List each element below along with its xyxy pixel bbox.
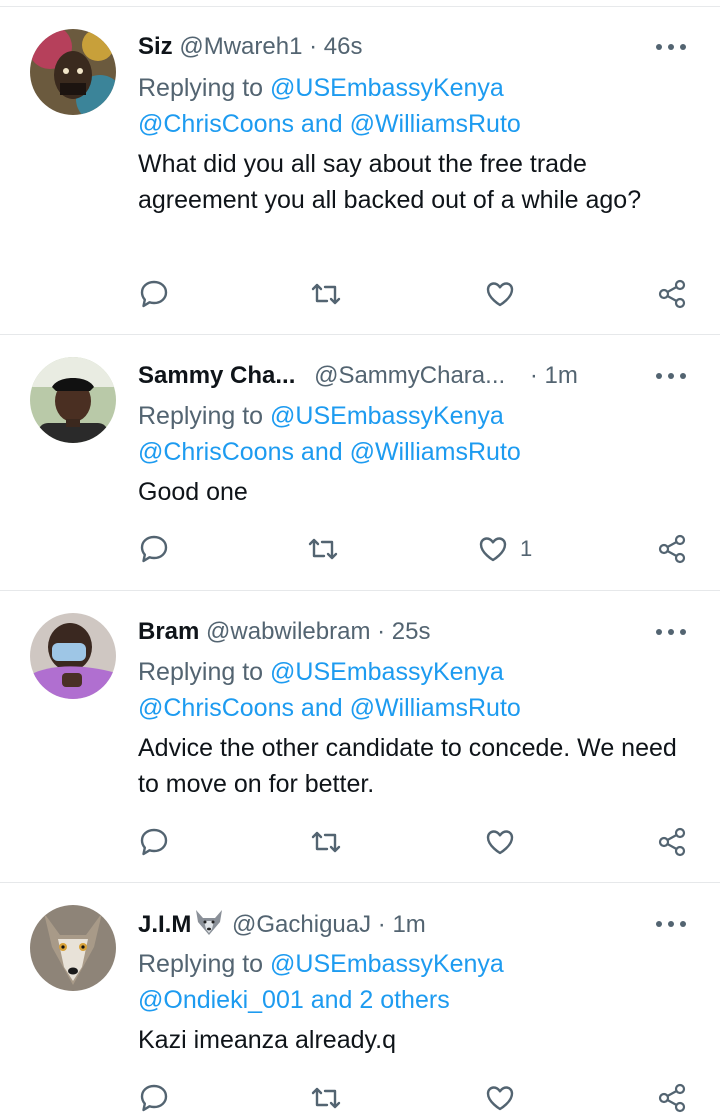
share-button[interactable] — [655, 274, 689, 314]
user-handle[interactable]: @Mwareh1 — [179, 33, 302, 60]
heart-icon — [479, 537, 507, 562]
reply-bubble-icon — [140, 1084, 168, 1112]
tweet[interactable]: Siz @Mwareh1 · 46s Replying to @USEmbass… — [0, 0, 720, 334]
heart-icon — [486, 282, 514, 307]
tweet-header: Bram @wabwilebram · 25s — [138, 616, 430, 648]
replying-to: Replying to @USEmbassyKenya — [138, 398, 504, 434]
tweet-text: Good one — [138, 478, 248, 506]
action-bar: 1 — [0, 529, 720, 569]
timestamp[interactable]: · 25s — [377, 618, 430, 645]
heart-icon — [486, 830, 514, 855]
wolf-emoji — [196, 910, 223, 935]
share-icon — [658, 827, 686, 857]
reply-button[interactable] — [137, 1078, 171, 1118]
tweet-header: J.I.M @GachiguaJ · 1m — [138, 908, 426, 940]
like-button[interactable]: 1 — [476, 529, 532, 569]
display-name[interactable]: Siz — [138, 33, 173, 60]
tweet-text: Kazi imeanza already.q — [138, 1026, 397, 1054]
tweet[interactable]: J.I.M @GachiguaJ · 1m Replying to @USEmb… — [0, 883, 720, 1113]
retweet-button[interactable] — [306, 529, 340, 569]
timestamp[interactable]: · 1m — [378, 911, 426, 938]
like-button[interactable] — [483, 1078, 527, 1118]
display-name[interactable]: Sammy Cha... — [138, 362, 295, 389]
like-count: 1 — [520, 536, 533, 561]
retweet-button[interactable] — [309, 274, 343, 314]
reply-button[interactable] — [137, 822, 171, 862]
display-name[interactable]: Bram — [138, 618, 199, 645]
reply-button[interactable] — [137, 529, 171, 569]
mention-link[interactable]: @USEmbassyKenya — [270, 74, 504, 102]
action-bar — [0, 274, 720, 314]
share-button[interactable] — [655, 1078, 689, 1118]
more-dots-icon[interactable] — [656, 917, 688, 931]
avatar[interactable] — [30, 29, 116, 115]
user-handle[interactable]: @SammyChara... — [314, 362, 505, 389]
display-name[interactable]: J.I.M — [138, 911, 191, 938]
reply-bubble-icon — [140, 828, 168, 856]
mention-link[interactable]: @ChrisCoons and @WilliamsRuto — [138, 434, 521, 470]
retweet-button[interactable] — [309, 1078, 343, 1118]
more-dots-icon[interactable] — [656, 369, 688, 383]
retweet-icon — [311, 283, 341, 305]
timestamp[interactable]: · 46s — [309, 33, 362, 60]
avatar[interactable] — [30, 905, 116, 991]
replying-prefix: Replying to — [138, 658, 271, 686]
tweet[interactable]: Sammy Cha... @SammyChara... · 1m Replyin… — [0, 335, 720, 590]
share-button[interactable] — [655, 822, 689, 862]
timestamp[interactable]: · 1m — [530, 362, 578, 389]
more-dots-icon[interactable] — [656, 625, 688, 639]
share-icon — [658, 279, 686, 309]
tweet-header: Sammy Cha... @SammyChara... · 1m — [138, 360, 578, 392]
like-button[interactable] — [483, 822, 527, 862]
replying-prefix: Replying to — [138, 402, 271, 430]
tweet[interactable]: Bram @wabwilebram · 25s Replying to @USE… — [0, 591, 720, 881]
mention-link[interactable]: @ChrisCoons and @WilliamsRuto — [138, 690, 521, 726]
avatar[interactable] — [30, 357, 116, 443]
share-button[interactable] — [655, 529, 689, 569]
user-handle[interactable]: @wabwilebram — [206, 618, 370, 645]
like-button[interactable] — [483, 274, 527, 314]
retweet-icon — [311, 1087, 341, 1109]
mention-link[interactable]: @USEmbassyKenya — [270, 658, 504, 686]
avatar[interactable] — [30, 613, 116, 699]
share-icon — [658, 1083, 686, 1113]
action-bar — [0, 822, 720, 862]
mention-link[interactable]: @USEmbassyKenya — [270, 402, 504, 430]
replying-prefix: Replying to — [138, 950, 271, 978]
reply-bubble-icon — [140, 280, 168, 308]
retweet-icon — [308, 538, 338, 560]
replying-to: Replying to @USEmbassyKenya — [138, 654, 504, 690]
more-dots-icon[interactable] — [656, 40, 688, 54]
share-icon — [658, 534, 686, 564]
retweet-button[interactable] — [309, 822, 343, 862]
replying-to: Replying to @USEmbassyKenya — [138, 70, 504, 106]
mention-link[interactable]: @ChrisCoons and @WilliamsRuto — [138, 106, 521, 142]
heart-icon — [486, 1086, 514, 1111]
action-bar — [0, 1078, 720, 1118]
replying-prefix: Replying to — [138, 74, 271, 102]
tweet-text: Advice the other candidate to concede. W… — [138, 734, 677, 798]
user-handle[interactable]: @GachiguaJ — [232, 911, 371, 938]
reply-bubble-icon — [140, 535, 168, 563]
retweet-icon — [311, 831, 341, 853]
reply-button[interactable] — [137, 274, 171, 314]
tweet-text: What did you all say about the free trad… — [138, 150, 642, 214]
replying-to: Replying to @USEmbassyKenya — [138, 946, 504, 982]
mention-link[interactable]: @Ondieki_001 and 2 others — [138, 982, 450, 1018]
mention-link[interactable]: @USEmbassyKenya — [270, 950, 504, 978]
tweet-header: Siz @Mwareh1 · 46s — [138, 31, 362, 63]
